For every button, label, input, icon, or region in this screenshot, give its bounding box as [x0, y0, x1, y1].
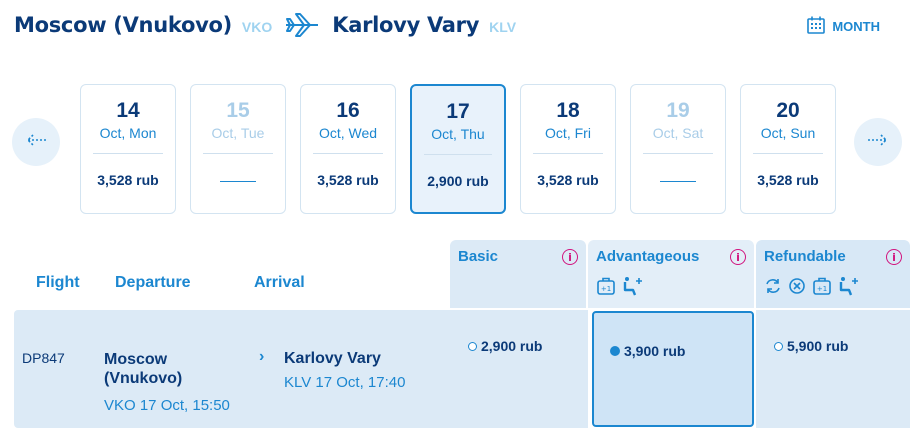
fare-name: Advantageous [596, 248, 700, 265]
chevron-right-icon: › [259, 348, 265, 365]
month-button-label: MONTH [832, 19, 880, 34]
destination-code: KLV [489, 19, 517, 35]
date-day-number: 15 [226, 99, 250, 122]
next-dates-button[interactable] [854, 118, 902, 166]
radio-icon [774, 341, 783, 351]
fare-price: 5,900 rub [787, 338, 849, 354]
origin-code: VKO [241, 19, 273, 35]
date-card-18[interactable]: 18 Oct, Fri 3,528 rub [520, 84, 616, 214]
divider [643, 153, 713, 154]
date-day-number: 14 [116, 99, 140, 122]
fare-name: Refundable [764, 248, 846, 265]
fare-radio-basic[interactable]: 2,900 rub [468, 338, 542, 354]
fare-cell-refundable[interactable]: 5,900 rub [756, 310, 910, 428]
origin-city: Moscow (Vnukovo) [14, 13, 232, 37]
prev-dates-button[interactable] [12, 118, 60, 166]
seat-selection-icon [838, 276, 860, 301]
date-day-number: 19 [666, 99, 690, 122]
column-flight: Flight [36, 274, 80, 291]
fare-header-advantageous: Advantageous i +1 [588, 240, 754, 308]
date-day-label: Oct, Wed [318, 125, 378, 141]
fare-header-refundable: Refundable i +1 [756, 240, 910, 308]
departure-city: Moscow (Vnukovo) [104, 351, 183, 387]
fare-price: 2,900 rub [481, 338, 543, 354]
extra-baggage-icon: +1 [812, 276, 832, 301]
date-price: 3,528 rub [757, 172, 819, 188]
date-price: 3,528 rub [317, 172, 379, 188]
fare-cell-basic[interactable]: 2,900 rub [450, 310, 588, 428]
arrival-info: KLV 17 Oct, 17:40 [284, 374, 406, 391]
info-icon[interactable]: i [886, 249, 902, 265]
date-card-15: 15 Oct, Tue [190, 84, 286, 214]
seat-selection-icon [622, 276, 644, 301]
fare-name: Basic [458, 248, 499, 265]
radio-icon [610, 346, 620, 356]
divider [93, 153, 163, 154]
fare-price: 3,900 rub [624, 343, 686, 359]
date-card-17[interactable]: 17 Oct, Thu 2,900 rub [410, 84, 506, 214]
svg-text:+1: +1 [601, 285, 611, 293]
flight-number: DP847 [22, 350, 65, 366]
date-day-label: Oct, Sun [760, 125, 816, 141]
date-card-14[interactable]: 14 Oct, Mon 3,528 rub [80, 84, 176, 214]
destination-city: Karlovy Vary [332, 13, 480, 37]
column-departure: Departure [115, 274, 191, 291]
fare-header-basic: Basic i [450, 240, 586, 308]
plane-icon [282, 10, 322, 40]
divider [203, 153, 273, 154]
date-day-label: Oct, Tue [211, 125, 265, 141]
divider [753, 153, 823, 154]
no-flights-dash [660, 181, 696, 182]
date-day-number: 16 [336, 99, 360, 122]
date-day-number: 20 [776, 99, 800, 122]
divider [313, 153, 383, 154]
date-day-number: 18 [556, 99, 580, 122]
date-price: 3,528 rub [97, 172, 159, 188]
extra-baggage-icon: +1 [596, 276, 616, 301]
refund-icon [788, 277, 806, 300]
date-price: 2,900 rub [427, 173, 489, 189]
month-button[interactable]: MONTH [806, 15, 880, 38]
arrow-left-icon [24, 132, 48, 153]
fare-radio-refundable[interactable]: 5,900 rub [774, 338, 848, 354]
fare-cell-advantageous[interactable]: 3,900 rub [592, 311, 754, 427]
radio-icon [468, 341, 477, 351]
arrow-right-icon [866, 132, 890, 153]
column-arrival: Arrival [254, 274, 305, 291]
date-day-label: Oct, Mon [99, 125, 157, 141]
date-card-16[interactable]: 16 Oct, Wed 3,528 rub [300, 84, 396, 214]
divider [533, 153, 603, 154]
arrival-city: Karlovy Vary [284, 350, 381, 367]
date-price: 3,528 rub [537, 172, 599, 188]
date-day-label: Oct, Thu [431, 126, 485, 142]
date-card-19: 19 Oct, Sat [630, 84, 726, 214]
exchange-icon [764, 277, 782, 300]
svg-text:+1: +1 [817, 285, 827, 293]
info-icon[interactable]: i [562, 249, 578, 265]
info-icon[interactable]: i [730, 249, 746, 265]
fare-radio-advantageous[interactable]: 3,900 rub [610, 343, 685, 359]
date-day-number: 17 [446, 100, 470, 123]
date-day-label: Oct, Sat [652, 125, 704, 141]
no-flights-dash [220, 181, 256, 182]
calendar-icon [806, 15, 826, 38]
divider [424, 154, 492, 155]
date-day-label: Oct, Fri [545, 125, 591, 141]
departure-info: VKO 17 Oct, 15:50 [104, 397, 230, 414]
route-header: Moscow (Vnukovo) VKO Karlovy Vary KLV [14, 10, 516, 40]
date-card-20[interactable]: 20 Oct, Sun 3,528 rub [740, 84, 836, 214]
